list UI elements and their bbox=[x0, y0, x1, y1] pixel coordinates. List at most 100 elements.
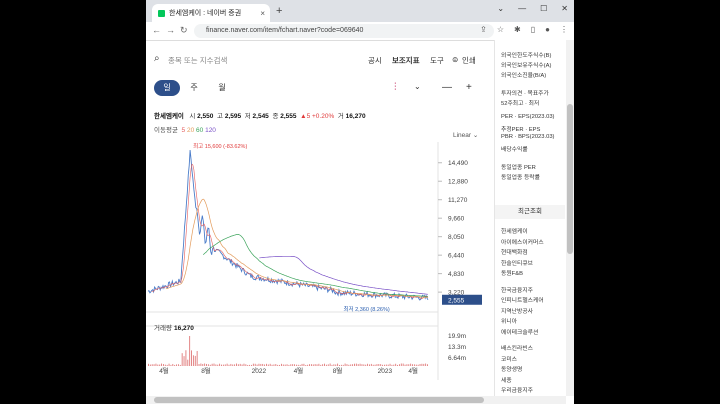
volume-bar bbox=[363, 364, 365, 366]
volume-bar bbox=[406, 364, 408, 366]
volume-bar bbox=[413, 364, 415, 366]
bookmark-star-icon[interactable]: ☆ bbox=[497, 25, 504, 34]
volume-bar bbox=[387, 364, 389, 366]
volume-bar bbox=[391, 364, 393, 366]
volume-bar bbox=[148, 363, 149, 366]
volume-bar bbox=[309, 364, 310, 366]
volume-bar bbox=[172, 363, 174, 366]
volume-bar bbox=[305, 364, 307, 366]
recent-stock-link[interactable]: 에이테크솔루션 bbox=[501, 327, 538, 336]
vertical-scrollbar[interactable] bbox=[566, 40, 574, 396]
volume-bar bbox=[382, 364, 384, 366]
volume-bar bbox=[211, 363, 213, 366]
volume-bar bbox=[297, 364, 299, 366]
volume-bar bbox=[410, 363, 412, 366]
volume-bar bbox=[423, 363, 425, 366]
volume-bar bbox=[427, 364, 428, 366]
recent-stock-link[interactable]: 현대백화점 bbox=[501, 247, 528, 256]
price-chart: 14,49012,88011,2709,6608,0506,4404,8303,… bbox=[146, 142, 482, 380]
price-tick-label: 12,880 bbox=[448, 179, 468, 186]
menu-icon[interactable]: ⋮ bbox=[560, 25, 568, 34]
horizontal-scrollbar[interactable] bbox=[146, 396, 566, 404]
current-price-label: 2,555 bbox=[448, 297, 465, 304]
volume-bar bbox=[342, 364, 344, 366]
sidebar-info-row: 동일업종 PER bbox=[501, 165, 536, 171]
volume-bar bbox=[209, 364, 211, 366]
minimize-button[interactable]: — bbox=[518, 4, 526, 13]
volume-bar bbox=[273, 364, 275, 366]
recent-stock-link[interactable]: 동양생명 bbox=[501, 364, 522, 373]
volume-bar bbox=[258, 363, 260, 366]
recent-stock-link[interactable]: 동원F&B bbox=[501, 268, 523, 277]
volume-bar bbox=[316, 364, 318, 366]
volume-bar bbox=[395, 363, 397, 366]
volume-bar bbox=[295, 364, 297, 366]
volume-bar bbox=[153, 364, 155, 366]
sidepanel-icon[interactable]: ▯ bbox=[531, 25, 535, 34]
sidebar-info-row: PBR · BPS(2023.03) bbox=[501, 134, 555, 140]
x-tick-label: 8월 bbox=[333, 366, 343, 375]
volume-bar bbox=[170, 364, 172, 366]
min-price-label: 최저 2,360 (8.26%) bbox=[343, 305, 389, 313]
volume-title: 거래량 bbox=[154, 323, 172, 332]
volume-bar bbox=[236, 363, 237, 366]
volume-bar bbox=[284, 364, 286, 366]
volume-bar bbox=[191, 350, 192, 366]
sidebar-info-row: 추정PER · EPS bbox=[501, 127, 541, 133]
volume-bar bbox=[157, 364, 159, 366]
recent-stock-link[interactable]: 코미스 bbox=[501, 354, 517, 363]
volume-bar bbox=[318, 363, 320, 366]
recent-stock-link[interactable]: 위니아 bbox=[501, 316, 517, 325]
volume-bar bbox=[280, 363, 282, 366]
volume-bar bbox=[206, 363, 207, 366]
volume-bar bbox=[369, 364, 370, 366]
recent-stock-link[interactable]: 인피니트헬스케어 bbox=[501, 295, 544, 304]
volume-bar bbox=[166, 364, 168, 366]
recent-stock-link[interactable]: 우리금융지주 bbox=[501, 385, 533, 394]
recent-stock-link[interactable]: 한세엠케이 bbox=[501, 226, 528, 235]
volume-bar bbox=[168, 363, 170, 366]
tab-search-icon[interactable]: ⌄ bbox=[497, 4, 504, 13]
volume-bar bbox=[224, 364, 226, 366]
recent-stock-link[interactable]: 세종 bbox=[501, 375, 512, 384]
volume-bar bbox=[359, 363, 361, 366]
price-tick-label: 14,490 bbox=[448, 160, 468, 167]
recent-stock-link[interactable]: 한솔인티큐브 bbox=[501, 258, 533, 267]
volume-bar bbox=[425, 363, 427, 366]
volume-bar bbox=[398, 364, 400, 366]
volume-tick-label: 13.3m bbox=[448, 344, 466, 351]
volume-bar bbox=[389, 363, 391, 366]
volume-bar bbox=[312, 364, 314, 366]
volume-bar bbox=[301, 363, 303, 366]
extensions-icon[interactable]: ✱ bbox=[514, 25, 521, 34]
volume-bar bbox=[149, 364, 151, 366]
volume-bar bbox=[177, 364, 179, 366]
volume-bar bbox=[385, 364, 387, 366]
volume-bar bbox=[314, 364, 316, 366]
volume-bar bbox=[249, 364, 251, 366]
volume-bar bbox=[310, 364, 312, 366]
sidebar-info-row: 동일업종 등락률 bbox=[501, 175, 540, 181]
browser-window: 한세엠케이 : 네이버 증권 × + ⌄ — ☐ ✕ ← → ↻ finance… bbox=[146, 0, 574, 404]
price-tick-label: 11,270 bbox=[448, 197, 468, 204]
recent-stock-link[interactable]: 아이에스이커머스 bbox=[501, 237, 544, 246]
volume-bar bbox=[412, 364, 413, 366]
close-window-button[interactable]: ✕ bbox=[561, 4, 568, 13]
volume-bar bbox=[252, 363, 254, 366]
volume-bar bbox=[204, 363, 206, 366]
volume-current: 16,270 bbox=[174, 325, 194, 332]
volume-bar bbox=[383, 364, 385, 366]
recent-stock-link[interactable]: 지역난방공사 bbox=[501, 306, 533, 315]
volume-bar bbox=[322, 364, 324, 366]
maximize-button[interactable]: ☐ bbox=[540, 4, 547, 13]
volume-bar bbox=[397, 364, 398, 366]
profile-avatar[interactable]: ● bbox=[545, 25, 550, 34]
ma20-line bbox=[165, 198, 429, 298]
volume-bar bbox=[292, 364, 294, 366]
recent-stock-link[interactable]: 배스킨라빈스 bbox=[501, 343, 533, 352]
recent-stock-link[interactable]: 한국금융지주 bbox=[501, 285, 533, 294]
volume-bar bbox=[324, 363, 325, 366]
volume-bar bbox=[354, 363, 355, 366]
volume-bar bbox=[269, 363, 271, 366]
volume-bar bbox=[361, 364, 363, 366]
